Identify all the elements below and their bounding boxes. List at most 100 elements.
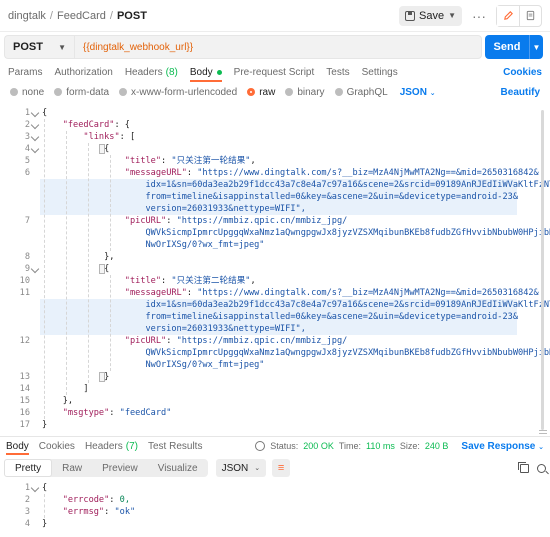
tab-label: Cookies [38, 440, 75, 452]
chevron-down-icon: ⌄ [538, 443, 544, 451]
tab-count: (8) [165, 66, 178, 78]
json-value: 0, [119, 495, 130, 505]
json-key: "msgtype" [62, 408, 110, 418]
chevron-down-icon[interactable]: ▼ [529, 35, 543, 59]
line-number: 15 [19, 396, 30, 406]
body-type-none[interactable]: none [10, 87, 44, 98]
response-format-select[interactable]: JSON ⌄ [215, 459, 267, 477]
time-value[interactable]: 110 ms [366, 441, 395, 451]
send-button[interactable]: Send ▼ [485, 35, 543, 59]
code-line: version=26031933&nettype=WIFI", [42, 323, 306, 335]
json-key: "title" [124, 156, 162, 166]
code-line: "title": "只关注第二轮结果", [124, 276, 256, 286]
fold-chevron-icon[interactable] [30, 108, 40, 118]
json-key: "picURL" [124, 216, 167, 226]
tab-pre-request-script[interactable]: Pre-request Script [234, 62, 315, 82]
code-line: { [42, 108, 48, 118]
body-type-binary[interactable]: binary [285, 87, 325, 98]
json-key: "messageURL" [124, 168, 187, 178]
documentation-icon[interactable] [519, 5, 541, 26]
body-type-graphql[interactable]: GraphQL [334, 87, 388, 98]
code-line: }, [104, 252, 115, 262]
line-number: 1 [24, 483, 30, 493]
json-value: "ok" [114, 507, 136, 517]
json-value: NwOrIXSg/0?wx_fmt=jpeg" [145, 240, 265, 250]
tab-label: Test Results [147, 440, 203, 452]
copy-icon[interactable] [518, 461, 529, 473]
fold-chevron-icon[interactable] [30, 483, 40, 493]
fold-chevron-icon[interactable] [30, 264, 40, 274]
save-label: Save [419, 9, 445, 22]
save-response-button[interactable]: Save Response ⌄ [461, 441, 544, 452]
tab-test-results[interactable]: Test Results [148, 437, 202, 455]
breadcrumb-separator: / [109, 9, 113, 22]
code-line: "links": [ [83, 132, 136, 142]
line-number: 16 [19, 408, 30, 418]
line-number: 7 [24, 216, 30, 226]
status-value[interactable]: 200 OK [303, 441, 334, 451]
tab-response-body[interactable]: Body [6, 437, 29, 455]
code-line: QWVkSicmpIpmrcUpggqWxaNmz1aQwngpgwJx8jyz… [42, 227, 550, 239]
request-body-editor[interactable]: 1 2 3 4 5 6 7 8 9 10 11 12 13 14 15 16 1… [0, 107, 550, 435]
breadcrumb-request[interactable]: POST [117, 10, 147, 22]
view-raw[interactable]: Raw [52, 459, 92, 477]
code-line: "errcode": 0, [62, 495, 130, 505]
fold-chevron-icon[interactable] [30, 132, 40, 142]
json-key: "feedCard" [62, 120, 115, 130]
size-value[interactable]: 240 B [425, 441, 449, 451]
json-value: "只关注第二轮结果" [171, 276, 251, 286]
body-type-urlencoded[interactable]: x-www-form-urlencoded [119, 87, 237, 98]
tab-body[interactable]: Body [189, 62, 222, 82]
view-preview[interactable]: Preview [92, 459, 148, 477]
json-value: idx=1&sn=60da3ea2b29f1dcc43a7c8e4a7c97a1… [145, 300, 550, 310]
breadcrumb-folder[interactable]: FeedCard [57, 10, 106, 22]
line-number: 3 [24, 132, 30, 142]
body-type-form-data[interactable]: form-data [54, 87, 109, 98]
fold-chevron-icon[interactable] [30, 144, 40, 154]
globe-icon[interactable] [255, 441, 266, 451]
beautify-button[interactable]: Beautify [501, 87, 540, 98]
json-value: version=26031933&nettype=WIFI", [145, 324, 306, 334]
tab-params[interactable]: Params [8, 62, 42, 82]
search-icon[interactable] [537, 463, 546, 473]
view-visualize[interactable]: Visualize [148, 459, 208, 477]
tab-settings[interactable]: Settings [362, 62, 398, 82]
save-button[interactable]: Save ▼ [399, 5, 462, 26]
fold-chevron-icon[interactable] [30, 120, 40, 130]
breadcrumb-collection[interactable]: dingtalk [8, 10, 46, 22]
more-options-icon[interactable]: ··· [468, 8, 490, 24]
resize-handle[interactable] [539, 430, 547, 434]
tab-count: (7) [125, 440, 138, 452]
tab-label: Pre-request Script [233, 66, 315, 78]
method-select[interactable]: POST ▼ [4, 35, 74, 59]
url-input[interactable]: {{dingtalk_webhook_url}} [74, 35, 482, 59]
code-line: } [42, 420, 48, 430]
json-value: "https://www.dingtalk.com/s?__biz=MzA4Nj… [197, 168, 539, 178]
chevron-down-icon[interactable]: ▼ [448, 11, 456, 20]
code-line: "title": "只关注第一轮结果", [124, 156, 256, 166]
tab-label: Params [8, 66, 43, 78]
response-tabs: Body Cookies Headers (7) Test Results Sta… [0, 437, 550, 455]
editor-scrollbar[interactable] [541, 110, 544, 430]
cookies-link[interactable]: Cookies [503, 67, 542, 78]
radio-label: form-data [66, 86, 110, 98]
radio-icon [285, 88, 294, 96]
response-body-viewer[interactable]: 1 2 3 4 { "errcode": 0, "errmsg": "ok" } [0, 482, 550, 537]
wrap-lines-icon[interactable]: ≡ [272, 459, 291, 477]
tab-response-headers[interactable]: Headers (7) [85, 437, 138, 455]
radio-label: none [22, 86, 45, 98]
json-key: "errmsg" [62, 507, 105, 517]
line-number: 17 [19, 420, 30, 430]
tab-response-cookies[interactable]: Cookies [39, 437, 75, 455]
body-language-select[interactable]: JSON ⌄ [400, 87, 436, 98]
tab-tests[interactable]: Tests [326, 62, 349, 82]
body-type-raw[interactable]: raw [247, 87, 275, 98]
view-pretty[interactable]: Pretty [4, 459, 53, 477]
code-line: QWVkSicmpIpmrcUpggqWxaNmz1aQwngpgwJx8jyz… [42, 347, 550, 359]
json-value: from=timeline&isappinstalled=0&key=&asce… [145, 312, 519, 322]
edit-icon[interactable] [497, 5, 519, 26]
tab-label: Headers [124, 66, 163, 78]
tab-headers[interactable]: Headers (8) [125, 62, 178, 82]
tab-authorization[interactable]: Authorization [54, 62, 112, 82]
line-number: 10 [19, 276, 30, 286]
